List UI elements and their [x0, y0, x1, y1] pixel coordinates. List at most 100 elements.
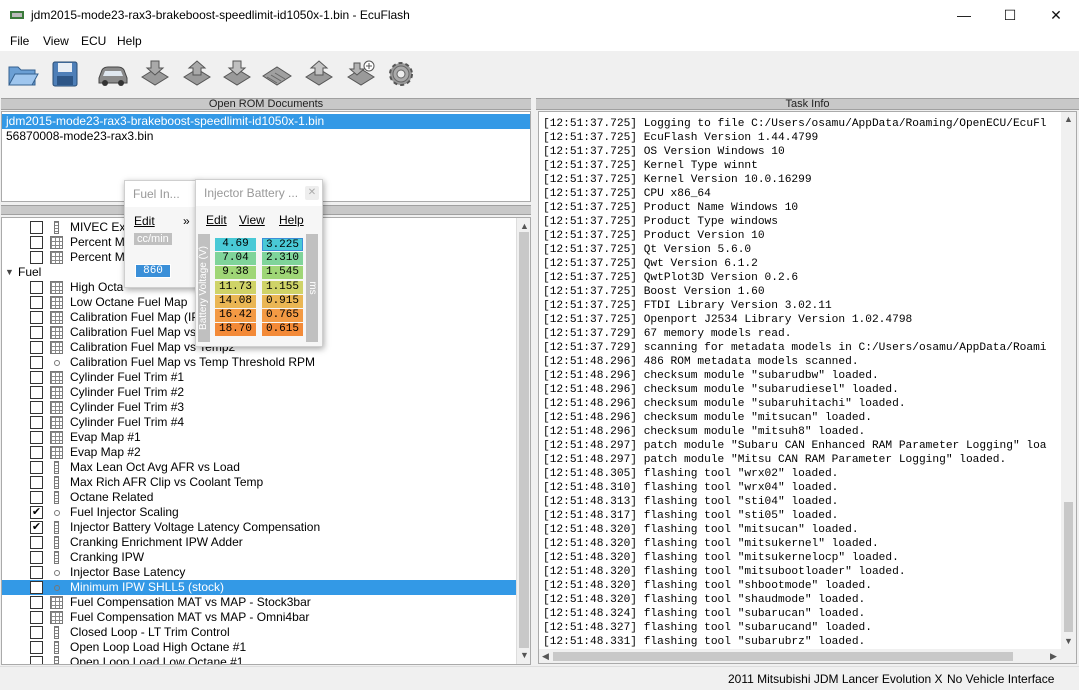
- battery-window-view-menu[interactable]: View: [239, 213, 265, 227]
- chip-upload-icon[interactable]: [302, 57, 336, 91]
- tree-item-checkbox[interactable]: [30, 626, 43, 639]
- fuel-window-edit-menu[interactable]: Edit: [134, 214, 155, 228]
- rom-item-active[interactable]: jdm2015-mode23-rax3-brakeboost-speedlimi…: [2, 114, 530, 129]
- log-scroll-track[interactable]: [1064, 126, 1073, 496]
- tree-item-checkbox[interactable]: [30, 401, 43, 414]
- tree-item-checkbox[interactable]: [30, 281, 43, 294]
- tree-item[interactable]: Open Loop Load Low Octane #1: [2, 655, 517, 664]
- tree-scrollbar[interactable]: ▲ ▼: [516, 218, 530, 664]
- scroll-left-icon[interactable]: ◀: [542, 651, 549, 662]
- tree-item[interactable]: Fuel Compensation MAT vs MAP - Stock3bar: [2, 595, 517, 610]
- chip-test-icon[interactable]: [220, 57, 254, 91]
- menu-view[interactable]: View: [43, 34, 69, 48]
- tree-item[interactable]: ✔ Injector Battery Voltage Latency Compen…: [2, 520, 517, 535]
- tree-item[interactable]: Calibration Fuel Map vs Temp Threshold R…: [2, 355, 517, 370]
- log-hscroll-thumb[interactable]: [553, 652, 1013, 661]
- battery-voltage-cell[interactable]: 4.69: [215, 238, 256, 251]
- tree-item-checkbox[interactable]: [30, 311, 43, 324]
- tree-item-checkbox[interactable]: [30, 551, 43, 564]
- tree-item-checkbox[interactable]: [30, 221, 43, 234]
- tree-item-checkbox[interactable]: [30, 446, 43, 459]
- tree-item-checkbox[interactable]: [30, 656, 43, 664]
- chip-read-icon[interactable]: [138, 57, 172, 91]
- menu-help[interactable]: Help: [117, 34, 142, 48]
- tree-item-checkbox[interactable]: [30, 416, 43, 429]
- tree-item-checkbox[interactable]: ✔: [30, 521, 43, 534]
- fuel-injector-window-title[interactable]: Fuel In...: [125, 181, 197, 207]
- battery-window-title[interactable]: Injector Battery ...: [196, 180, 322, 206]
- tree-item[interactable]: Cylinder Fuel Trim #3: [2, 400, 517, 415]
- tree-item[interactable]: Minimum IPW SHLL5 (stock): [2, 580, 517, 595]
- tree-item[interactable]: Cylinder Fuel Trim #4: [2, 415, 517, 430]
- tree-item-checkbox[interactable]: [30, 371, 43, 384]
- chip-icon[interactable]: [260, 57, 294, 91]
- tree-item[interactable]: Evap Map #2: [2, 445, 517, 460]
- tree-item[interactable]: Max Rich AFR Clip vs Coolant Temp: [2, 475, 517, 490]
- settings-gear-icon[interactable]: [384, 57, 418, 91]
- tree-item[interactable]: ✔ Fuel Injector Scaling: [2, 505, 517, 520]
- battery-latency-cell[interactable]: 0.615: [262, 323, 303, 337]
- tree-item-checkbox[interactable]: [30, 431, 43, 444]
- car-icon[interactable]: [96, 57, 130, 91]
- rom-item[interactable]: 56870008-mode23-rax3.bin: [2, 129, 530, 144]
- tree-item-checkbox[interactable]: [30, 326, 43, 339]
- tree-item-checkbox[interactable]: ✔: [30, 506, 43, 519]
- battery-voltage-cell[interactable]: 18.70: [215, 323, 256, 337]
- tree-item-checkbox[interactable]: [30, 356, 43, 369]
- tree-item[interactable]: Cylinder Fuel Trim #1: [2, 370, 517, 385]
- tree-item-checkbox[interactable]: [30, 581, 43, 594]
- save-disk-icon[interactable]: [48, 57, 82, 91]
- log-vscrollbar[interactable]: ▲ ▼: [1061, 112, 1076, 649]
- battery-latency-cell[interactable]: 0.915: [262, 294, 303, 308]
- battery-voltage-cell[interactable]: 7.04: [215, 252, 256, 266]
- scroll-down-icon[interactable]: ▼: [1064, 636, 1073, 646]
- tree-item-checkbox[interactable]: [30, 611, 43, 624]
- battery-window-close-icon[interactable]: ✕: [305, 186, 319, 200]
- battery-latency-cell[interactable]: 2.310: [262, 252, 303, 266]
- tree-item[interactable]: Cranking Enrichment IPW Adder: [2, 535, 517, 550]
- open-folder-icon[interactable]: [6, 57, 40, 91]
- battery-voltage-cell[interactable]: 11.73: [215, 280, 256, 294]
- tree-item-checkbox[interactable]: [30, 296, 43, 309]
- battery-latency-cell[interactable]: 0.765: [262, 309, 303, 322]
- scroll-up-icon[interactable]: ▲: [1064, 114, 1073, 124]
- tree-item-checkbox[interactable]: [30, 566, 43, 579]
- tree-item-checkbox[interactable]: [30, 236, 43, 249]
- chip-write-icon[interactable]: [180, 57, 214, 91]
- tree-item[interactable]: Octane Related: [2, 490, 517, 505]
- tree-item-checkbox[interactable]: [30, 461, 43, 474]
- tree-item-checkbox[interactable]: [30, 251, 43, 264]
- minimize-button[interactable]: —: [941, 0, 987, 31]
- menu-file[interactable]: File: [10, 34, 29, 48]
- tree-item[interactable]: Evap Map #1: [2, 430, 517, 445]
- battery-window-help-menu[interactable]: Help: [279, 213, 304, 227]
- tree-item-checkbox[interactable]: [30, 641, 43, 654]
- log-scroll-thumb[interactable]: [1064, 502, 1073, 632]
- battery-latency-cell[interactable]: 3.225: [262, 238, 303, 251]
- scroll-right-icon[interactable]: ▶: [1050, 651, 1057, 662]
- tree-item-checkbox[interactable]: [30, 536, 43, 549]
- expand-arrow-icon[interactable]: ▼: [5, 265, 14, 280]
- tree-item[interactable]: Max Lean Oct Avg AFR vs Load: [2, 460, 517, 475]
- close-button[interactable]: ✕: [1033, 0, 1079, 31]
- chip-compare-icon[interactable]: [344, 57, 378, 91]
- fuel-injector-value[interactable]: 860: [135, 264, 171, 278]
- maximize-button[interactable]: ☐: [987, 0, 1033, 31]
- battery-window-edit-menu[interactable]: Edit: [206, 213, 227, 227]
- tree-item[interactable]: Fuel Compensation MAT vs MAP - Omni4bar: [2, 610, 517, 625]
- battery-latency-cell[interactable]: 1.545: [262, 266, 303, 280]
- battery-voltage-cell[interactable]: 14.08: [215, 294, 256, 308]
- tree-item[interactable]: Cylinder Fuel Trim #2: [2, 385, 517, 400]
- tree-item[interactable]: Closed Loop - LT Trim Control: [2, 625, 517, 640]
- tree-item[interactable]: Injector Base Latency: [2, 565, 517, 580]
- tree-item-checkbox[interactable]: [30, 491, 43, 504]
- tree-item[interactable]: Open Loop Load High Octane #1: [2, 640, 517, 655]
- battery-voltage-cell[interactable]: 9.38: [215, 266, 256, 280]
- scroll-up-icon[interactable]: ▲: [520, 221, 529, 231]
- menu-ecu[interactable]: ECU: [81, 34, 106, 48]
- tree-item-checkbox[interactable]: [30, 386, 43, 399]
- fuel-window-more-menu[interactable]: »: [183, 214, 190, 228]
- tree-item-checkbox[interactable]: [30, 476, 43, 489]
- tree-item-checkbox[interactable]: [30, 596, 43, 609]
- tree-item-checkbox[interactable]: [30, 341, 43, 354]
